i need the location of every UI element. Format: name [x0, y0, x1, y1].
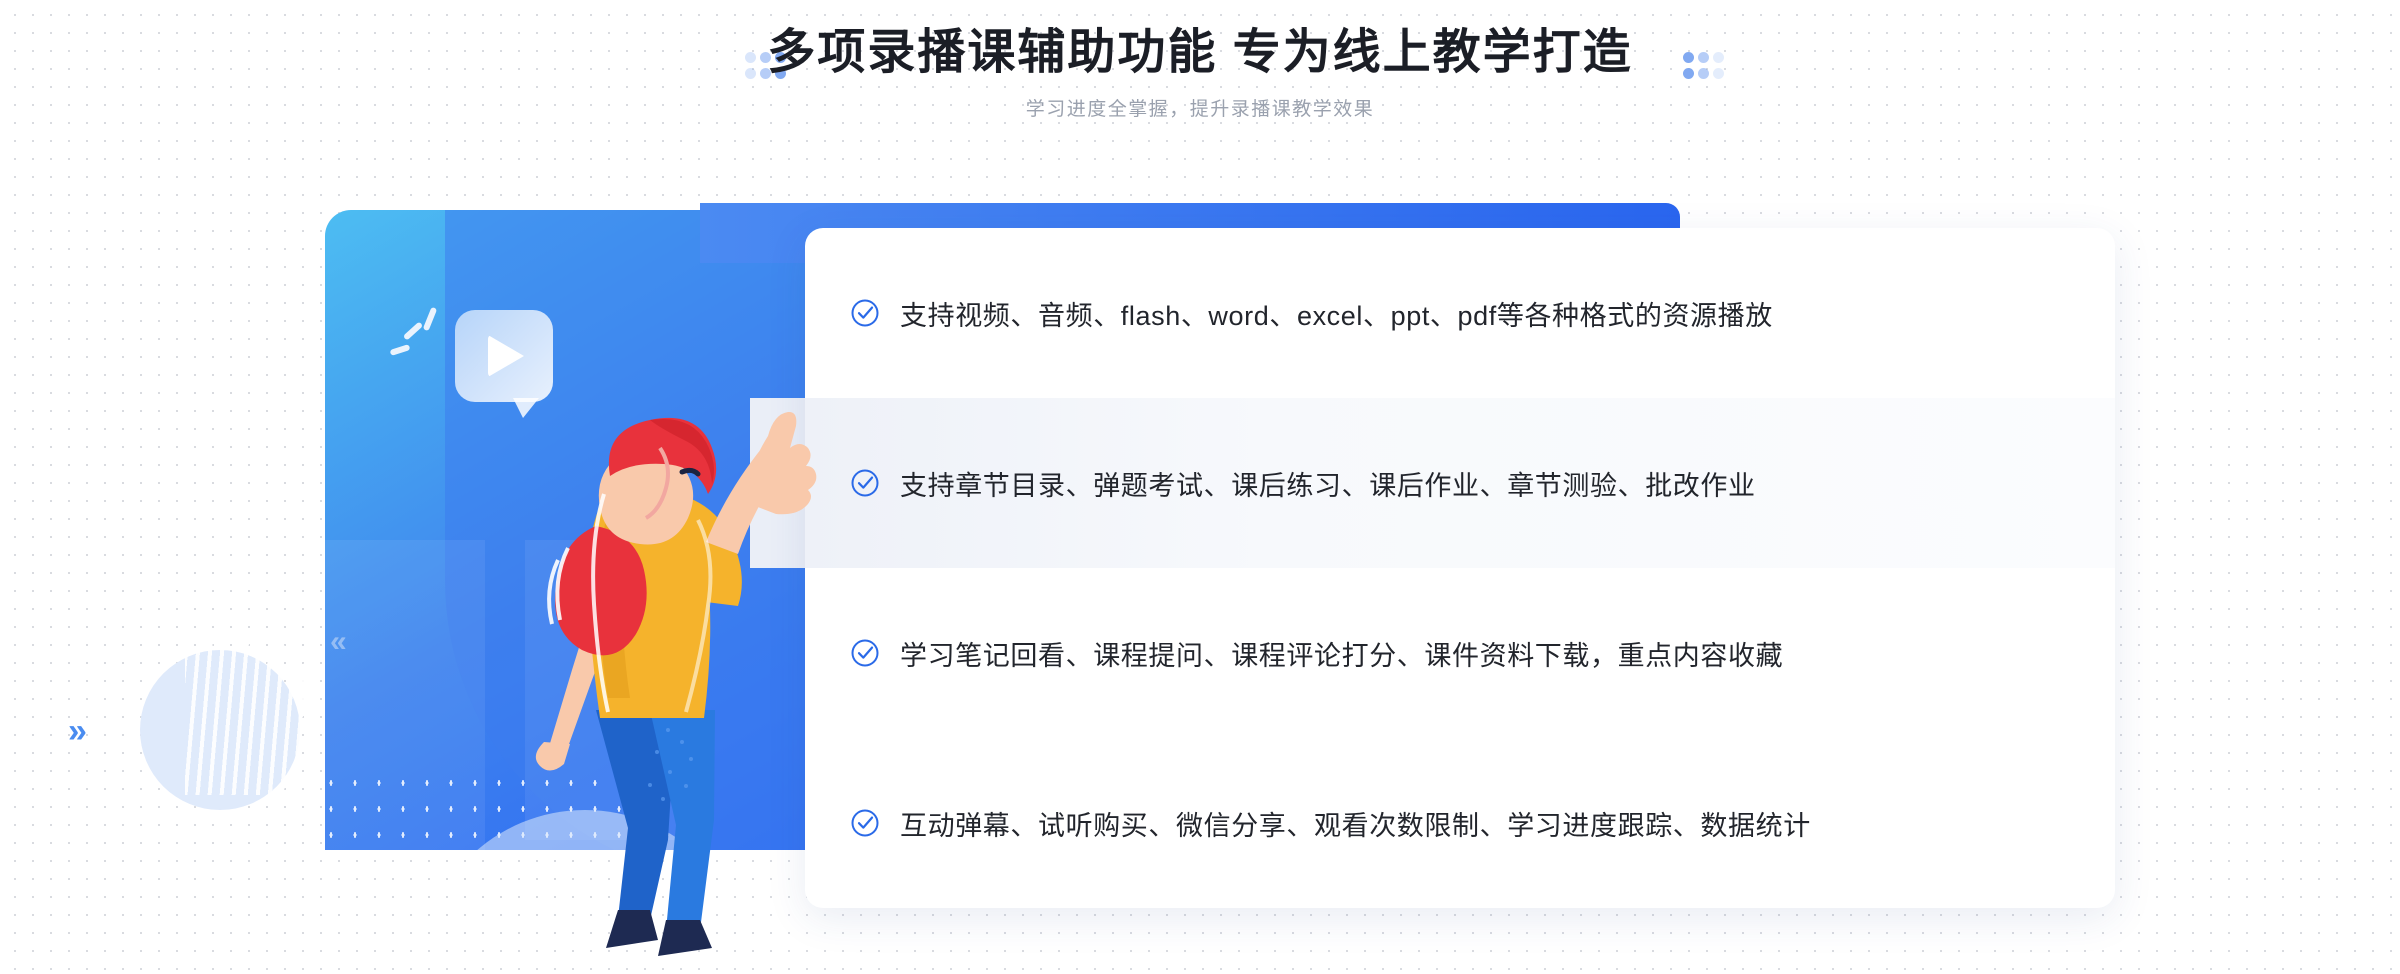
header: 多项录播课辅助功能 专为线上教学打造 学习进度全掌握，提升录播课教学效果 [0, 0, 2400, 150]
feature-text: 支持章节目录、弹题考试、课后练习、课后作业、章节测验、批改作业 [900, 470, 1756, 501]
page-title: 多项录播课辅助功能 专为线上教学打造 [767, 26, 1633, 79]
check-circle-icon [851, 639, 879, 667]
feature-row[interactable]: 支持视频、音频、flash、word、excel、ppt、pdf等各种格式的资源… [805, 228, 2115, 398]
feature-card: 支持视频、音频、flash、word、excel、ppt、pdf等各种格式的资源… [805, 228, 2115, 908]
chevron-left-double-icon: « [330, 625, 347, 658]
feature-row[interactable]: 学习笔记回看、课程提问、课程评论打分、课件资料下载，重点内容收藏 [805, 568, 2115, 738]
feature-text: 支持视频、音频、flash、word、excel、ppt、pdf等各种格式的资源… [900, 300, 1773, 331]
check-circle-icon [851, 299, 879, 327]
banner-stage: 多项录播课辅助功能 专为线上教学打造 学习进度全掌握，提升录播课教学效果 » « [0, 0, 2400, 974]
chevron-right-double-icon: » [68, 712, 87, 750]
feature-row[interactable]: 支持章节目录、弹题考试、课后练习、课后作业、章节测验、批改作业 [805, 398, 2115, 568]
check-circle-icon [851, 809, 879, 837]
feature-text: 学习笔记回看、课程提问、课程评论打分、课件资料下载，重点内容收藏 [900, 640, 1784, 671]
feature-row[interactable]: 互动弹幕、试听购买、微信分享、观看次数限制、学习进度跟踪、数据统计 [805, 738, 2115, 908]
feature-text: 互动弹幕、试听购买、微信分享、观看次数限制、学习进度跟踪、数据统计 [900, 810, 1811, 841]
person-pointing-illustration [535, 411, 817, 956]
check-circle-icon [851, 469, 879, 497]
decorative-stripes [185, 640, 315, 795]
page-subtitle: 学习进度全掌握，提升录播课教学效果 [1025, 99, 1375, 120]
